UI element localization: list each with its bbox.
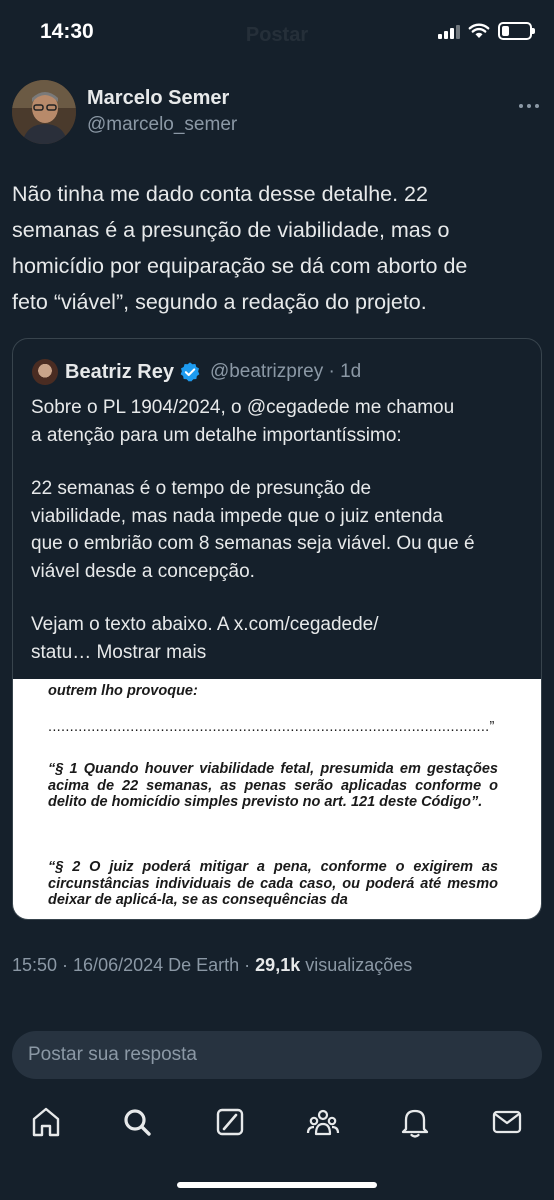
notifications-icon (401, 1109, 429, 1138)
quoted-text-line: viável desde a concepção. (31, 560, 255, 582)
search-icon (124, 1109, 151, 1136)
document-line: outrem lho provoque: (48, 683, 198, 699)
quoted-post[interactable]: Beatriz Rey @beatrizprey · 1d Sobre o PL… (12, 338, 542, 920)
quoted-text-line (31, 449, 531, 475)
quoted-author-name: Beatriz Rey (65, 360, 174, 383)
battery-icon (498, 22, 535, 40)
tab-search[interactable] (119, 1104, 155, 1140)
more-options-button[interactable] (518, 92, 540, 115)
cellular-signal-icon (438, 24, 460, 39)
quoted-avatar (32, 359, 58, 385)
post-text-line: semanas é a presunção de viabilidade, ma… (12, 218, 450, 242)
views-count: 29,1k (255, 955, 301, 975)
status-icons (438, 22, 535, 40)
scrolled-content-edge (12, 1016, 542, 1024)
document-paragraph-2: “§ 2 O juiz poderá mitigar a pena, confo… (48, 859, 498, 908)
post-text-line: homicídio por equiparação se dá com abor… (12, 254, 468, 278)
wifi-icon (468, 23, 490, 38)
show-more-link[interactable]: Mostrar mais (96, 642, 206, 663)
quoted-text-line: a atenção para um detalhe importantíssim… (31, 424, 402, 446)
verified-badge-icon (180, 362, 200, 382)
quoted-text-line: que o embrião com 8 semanas seja viável.… (31, 533, 475, 554)
post-text-line: Não tinha me dado conta desse detalhe. 2… (12, 182, 428, 206)
quoted-post-text: Sobre o PL 1904/2024, o @cegadede me cha… (31, 394, 531, 666)
tab-communities[interactable] (305, 1104, 341, 1140)
document-image[interactable]: outrem lho provoque: ...................… (13, 679, 541, 919)
post-text-line: feto “viável”, segundo a redação do proj… (12, 290, 427, 314)
quoted-post-header: Beatriz Rey @beatrizprey · 1d (32, 358, 361, 386)
reply-input[interactable]: Postar sua resposta (28, 1044, 197, 1066)
quoted-text-line: viabilidade, mas nada impede que o juiz … (31, 505, 443, 527)
tab-messages[interactable] (489, 1104, 525, 1140)
communities-icon (306, 1109, 340, 1136)
document-paragraph-1: “§ 1 Quando houver viabilidade fetal, pr… (48, 761, 498, 810)
tab-notifications[interactable] (397, 1104, 433, 1140)
quoted-text-line: Vejam o texto abaixo. A x.com/cegadede/ (31, 614, 379, 635)
tab-home[interactable] (28, 1104, 64, 1140)
tab-grok[interactable] (212, 1104, 248, 1140)
author-handle[interactable]: @marcelo_semer (87, 114, 237, 136)
battery-level (502, 26, 509, 36)
more-horizontal-icon (519, 104, 539, 108)
quoted-text-line-last: statu… Mostrar mais (31, 639, 531, 667)
post-timestamp-source: 15:50 · 16/06/2024 De Earth · (12, 955, 256, 975)
reply-bar[interactable]: Postar sua resposta (12, 1031, 542, 1079)
bottom-tab-bar (0, 1098, 554, 1148)
post-author: Marcelo Semer @marcelo_semer (12, 80, 542, 144)
home-indicator (177, 1182, 377, 1188)
grok-icon (216, 1108, 244, 1136)
status-bar: 14:30 Postar (0, 0, 554, 66)
quoted-text-line: 22 semanas é o tempo de presunção de (31, 478, 372, 499)
document-dots-line: ........................................… (48, 719, 495, 735)
quoted-text-line (31, 585, 531, 611)
post-text: Não tinha me dado conta desse detalhe. 2… (12, 176, 536, 320)
author-name[interactable]: Marcelo Semer (87, 87, 229, 110)
home-icon (32, 1107, 60, 1137)
messages-icon (492, 1110, 522, 1134)
quoted-handle-time: @beatrizprey · 1d (209, 361, 362, 382)
quoted-text-line: Sobre o PL 1904/2024, o @cegadede me cha… (31, 397, 455, 418)
truncated-link-text: statu… (31, 641, 97, 663)
post-meta: 15:50 · 16/06/2024 De Earth · 29,1k visu… (12, 955, 412, 976)
views-label: visualizações (300, 955, 413, 975)
avatar[interactable] (12, 80, 76, 144)
